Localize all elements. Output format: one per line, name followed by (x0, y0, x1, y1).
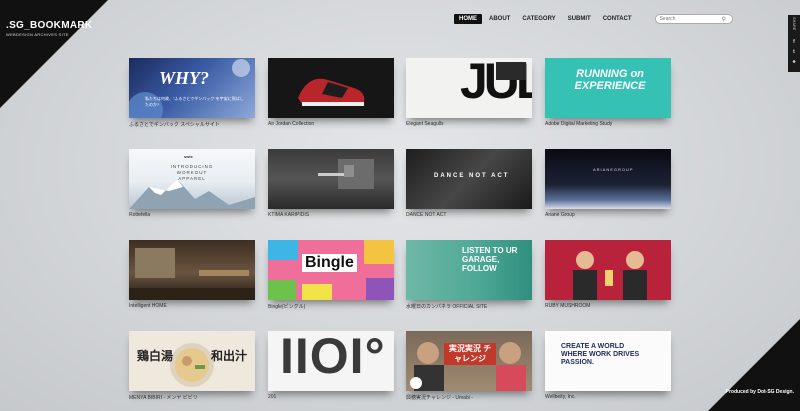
card-thumbnail[interactable]: JUL (406, 58, 532, 118)
card-caption[interactable]: Adobe Digital Marketing Study (545, 121, 671, 127)
thumb-headline: LISTEN TO UR GARAGE, FOLLOW (462, 246, 518, 273)
house-graphic (318, 159, 374, 189)
bookmark-card[interactable]: LISTEN TO UR GARAGE, FOLLOW 水曜日のカンパネラ OF… (406, 240, 532, 310)
room-graphic (129, 248, 255, 300)
card-thumbnail[interactable]: DANCE NOT ACT (406, 149, 532, 209)
thumb-headline: ARIANEGROUP (593, 167, 634, 172)
card-thumbnail[interactable] (268, 149, 394, 209)
logo-corner-background (0, 0, 108, 108)
bookmark-card[interactable]: JUL Elegant Seagulls (406, 58, 532, 127)
thumb-brand: swix (184, 154, 193, 159)
card-caption[interactable]: 水曜日のカンパネラ OFFICIAL SITE (406, 303, 532, 310)
bookmark-card[interactable]: CREATE A WORLD WHERE WORK DRIVES PASSION… (545, 331, 671, 400)
card-caption[interactable]: 興穂実況チャレンジ - Umabi - (406, 394, 532, 401)
share-label: SHARE (792, 17, 796, 31)
card-caption[interactable]: MENYA BIBIRI - メンヤ ビビリ (129, 394, 255, 401)
bookmark-card[interactable]: 鶏白湯 和出汁 MENYA BIBIRI - メンヤ ビビリ (129, 331, 255, 401)
thumb-headline-2: 和出汁 (211, 349, 248, 363)
card-caption[interactable]: Wellbeity, Inc. (545, 394, 671, 400)
thumb-headline: Bingle (302, 254, 357, 272)
card-thumbnail[interactable]: ARIANEGROUP (545, 149, 671, 209)
card-thumbnail[interactable]: LISTEN TO UR GARAGE, FOLLOW (406, 240, 532, 300)
search-icon[interactable]: ⚲ (722, 16, 726, 23)
card-thumbnail[interactable] (129, 240, 255, 300)
card-caption[interactable]: RUBY MUSHROOM (545, 303, 671, 309)
bookmark-card[interactable]: 実況実況 チャレンジ 興穂実況チャレンジ - Umabi - (406, 331, 532, 401)
bookmark-card[interactable]: KTIMA KARIPIDIS (268, 149, 394, 218)
credit-text: Produced by Dot-SG Design. (725, 389, 794, 395)
card-caption[interactable]: Bingle(ビングル) (268, 303, 394, 310)
bookmark-card[interactable]: RUBY MUSHROOM (545, 240, 671, 309)
thumb-headline: WHY? (159, 68, 210, 88)
card-caption[interactable]: ふるさとでギンバック スペシャルサイト (129, 121, 255, 128)
bookmark-card[interactable]: Bingle Bingle(ビングル) (268, 240, 394, 310)
bookmark-card[interactable]: RUNNING on EXPERIENCE Adobe Digital Mark… (545, 58, 671, 127)
thumb-headline: INTRODUCING WORKOUT APPAREL (170, 164, 214, 181)
bookmark-card[interactable]: ARIANEGROUP Ariane Group (545, 149, 671, 218)
bookmark-card[interactable]: Air Jordan Collection (268, 58, 394, 127)
nav-about[interactable]: ABOUT (484, 14, 515, 24)
thumb-headline: RUNNING on EXPERIENCE (574, 68, 646, 92)
nav-home[interactable]: HOME (454, 14, 482, 24)
card-thumbnail[interactable]: Bingle (268, 240, 394, 300)
search-box: ⚲ (654, 14, 733, 24)
card-thumbnail[interactable] (545, 240, 671, 300)
thumb-headline: IIOI° (280, 331, 386, 384)
thumb-headline: 実況実況 チャレンジ (444, 343, 496, 365)
bookmark-card[interactable]: IIOI° 201 (268, 331, 394, 400)
main-nav: HOME ABOUT CATEGORY SUBMIT CONTACT ⚲ (454, 14, 733, 24)
nav-submit[interactable]: SUBMIT (563, 14, 596, 24)
search-input[interactable] (659, 16, 722, 22)
sneaker-graphic (298, 78, 365, 106)
site-logo[interactable]: .SG_BOOKMARK WEBDESIGN ARCHIVES SITE (6, 20, 92, 37)
card-thumbnail[interactable]: RUNNING on EXPERIENCE (545, 58, 671, 118)
thumb-accent (496, 62, 526, 80)
bookmark-card[interactable]: Intelligent HOME (129, 240, 255, 309)
people-graphic (573, 251, 647, 300)
card-caption[interactable]: Elegant Seagulls (406, 121, 532, 127)
thumb-headline: CREATE A WORLD WHERE WORK DRIVES PASSION… (561, 343, 640, 366)
bookmark-card[interactable]: swix INTRODUCING WORKOUT APPAREL Rottefe… (129, 149, 255, 218)
card-thumbnail[interactable]: 実況実況 チャレンジ (406, 331, 532, 391)
card-caption[interactable]: Rottefella (129, 212, 255, 218)
card-thumbnail[interactable]: 鶏白湯 和出汁 (129, 331, 255, 391)
thumb-headline: 鶏白湯 (137, 349, 174, 363)
twitter-icon[interactable]: t (793, 49, 795, 55)
site-tagline: WEBDESIGN ARCHIVES SITE (6, 32, 69, 37)
card-caption[interactable]: Ariane Group (545, 212, 671, 218)
card-caption[interactable]: Intelligent HOME (129, 303, 255, 309)
card-thumbnail[interactable]: WHY? 私たちは何故、"ふるさとでギンバック"を宇宙に飛ばしたのか? (129, 58, 255, 118)
facebook-icon[interactable]: f (793, 39, 795, 45)
credit-corner-background (708, 319, 800, 411)
thumb-subtitle: 私たちは何故、"ふるさとでギンバック"を宇宙に飛ばしたのか? (145, 96, 244, 107)
rss-icon[interactable]: ❖ (792, 59, 796, 64)
bookmark-card[interactable]: WHY? 私たちは何故、"ふるさとでギンバック"を宇宙に飛ばしたのか? ふるさと… (129, 58, 255, 128)
card-caption[interactable]: KTIMA KARIPIDIS (268, 212, 394, 218)
card-thumbnail[interactable]: swix INTRODUCING WORKOUT APPAREL (129, 149, 255, 209)
nav-contact[interactable]: CONTACT (598, 14, 637, 24)
bookmark-card[interactable]: DANCE NOT ACT DANCE NOT ACT (406, 149, 532, 218)
card-thumbnail[interactable] (268, 58, 394, 118)
card-thumbnail[interactable]: IIOI° (268, 331, 394, 391)
share-bar: SHARE f t ❖ (788, 15, 800, 72)
card-caption[interactable]: Air Jordan Collection (268, 121, 394, 127)
card-thumbnail[interactable]: CREATE A WORLD WHERE WORK DRIVES PASSION… (545, 331, 671, 391)
card-caption[interactable]: DANCE NOT ACT (406, 212, 532, 218)
thumb-headline: DANCE NOT ACT (434, 173, 510, 179)
card-caption[interactable]: 201 (268, 394, 394, 400)
nav-category[interactable]: CATEGORY (517, 14, 560, 24)
site-name: .SG_BOOKMARK (6, 20, 93, 31)
bookmark-grid: WHY? 私たちは何故、"ふるさとでギンバック"を宇宙に飛ばしたのか? ふるさと… (129, 58, 671, 401)
